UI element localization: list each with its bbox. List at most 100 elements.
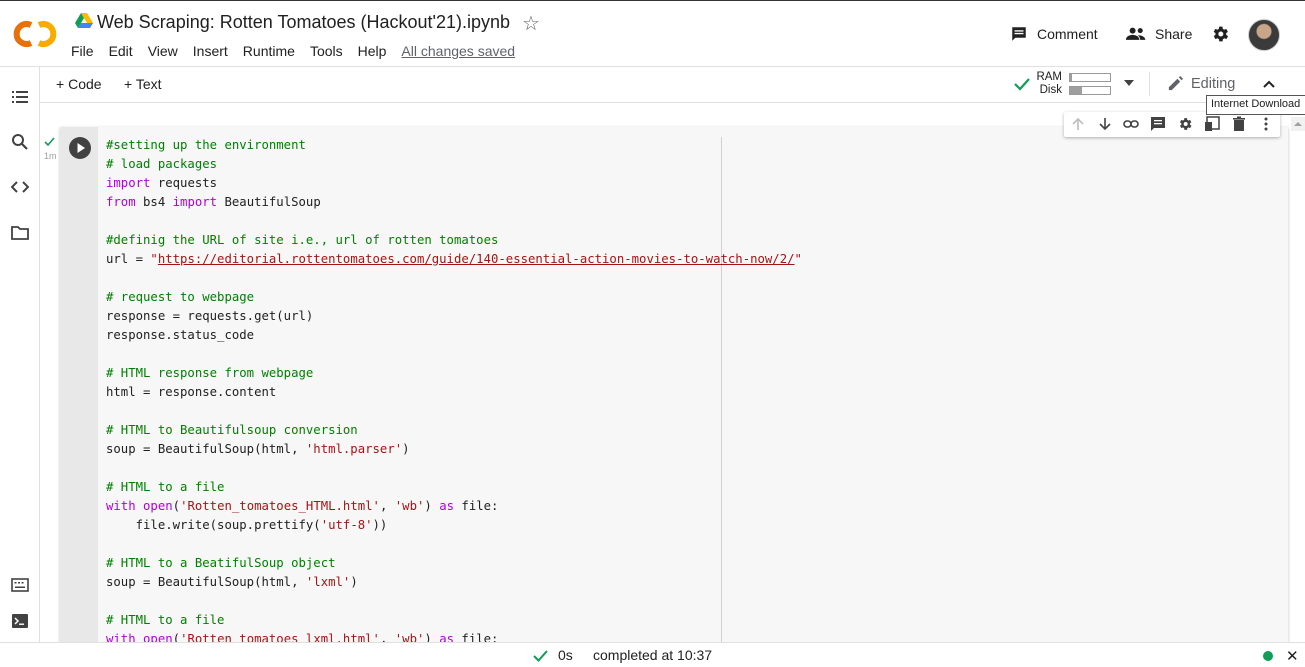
menu-help[interactable]: Help — [358, 43, 387, 59]
cell-gutter — [60, 127, 98, 647]
code-line: with open('Rotten_tomatoes_HTML.html', '… — [106, 497, 1276, 516]
code-line: from bs4 import BeautifulSoup — [106, 193, 1276, 212]
folder-icon[interactable] — [11, 224, 29, 242]
cell-toolbar — [1064, 112, 1280, 137]
google-drive-icon[interactable] — [75, 13, 93, 29]
menu-view[interactable]: View — [148, 43, 178, 59]
comment-icon — [1012, 27, 1026, 41]
cell-exec-time: 1m — [44, 151, 57, 161]
status-check-icon — [533, 650, 548, 662]
add-text-button[interactable]: + Text — [124, 76, 162, 92]
colab-logo-icon[interactable] — [12, 17, 58, 51]
run-cell-button[interactable] — [69, 137, 91, 159]
close-icon[interactable]: ✕ — [1286, 647, 1299, 665]
add-code-label: Code — [68, 76, 102, 92]
code-line: # request to webpage — [106, 288, 1276, 307]
notebook-title[interactable]: Web Scraping: Rotten Tomatoes (Hackout'2… — [97, 12, 510, 33]
people-icon — [1125, 27, 1146, 40]
code-token: #definig the URL of site i.e., url of ro… — [106, 233, 499, 247]
toolbar-divider — [1149, 72, 1150, 96]
chevron-down-icon[interactable] — [1123, 79, 1135, 87]
menu-file[interactable]: File — [71, 43, 94, 59]
code-line: #definig the URL of site i.e., url of ro… — [106, 231, 1276, 250]
code-token: as — [439, 499, 455, 513]
share-button[interactable]: Share — [1125, 25, 1192, 43]
code-cell[interactable]: #setting up the environment # load packag… — [60, 127, 1288, 647]
mirror-cell-icon[interactable] — [1204, 116, 1220, 132]
disk-label: Disk — [1039, 84, 1062, 96]
link-icon[interactable] — [1123, 116, 1139, 132]
cell-exec-status: 1m — [44, 137, 57, 162]
code-token: requests — [150, 176, 218, 190]
search-icon[interactable] — [11, 133, 29, 151]
gear-icon[interactable] — [1177, 116, 1193, 132]
code-token[interactable]: https://editorial.rottentomatoes.com/gui… — [158, 252, 795, 266]
left-sidebar — [0, 67, 40, 642]
more-vert-icon[interactable] — [1258, 116, 1274, 132]
code-token: # HTML to a BeatifulSoup object — [106, 556, 336, 570]
code-line: # HTML to a file — [106, 611, 1276, 630]
comment-icon[interactable] — [1150, 116, 1166, 132]
star-icon[interactable]: ☆ — [522, 11, 540, 36]
table-of-contents-icon[interactable] — [11, 88, 29, 106]
settings-gear-icon[interactable] — [1210, 24, 1230, 44]
code-token: # request to webpage — [106, 290, 255, 304]
resource-labels[interactable]: RAM Disk — [1036, 71, 1062, 97]
code-token: html = response.content — [106, 385, 277, 399]
code-snippets-icon[interactable] — [11, 178, 29, 196]
status-completed-text: completed at 10:37 — [593, 647, 713, 663]
connection-status-dot — [1263, 651, 1273, 661]
user-avatar[interactable] — [1248, 19, 1280, 51]
code-token: with — [106, 499, 136, 513]
code-token: response.status_code — [106, 328, 255, 342]
code-line: html = response.content — [106, 383, 1276, 402]
menu-runtime[interactable]: Runtime — [243, 43, 295, 59]
chevron-up-icon[interactable] — [1262, 77, 1276, 91]
code-token: #setting up the environment — [106, 138, 306, 152]
code-line: # HTML to a file — [106, 478, 1276, 497]
move-down-arrow-icon[interactable] — [1097, 116, 1113, 132]
comment-button[interactable]: Comment — [1010, 25, 1098, 43]
code-token: file: — [454, 499, 499, 513]
terminal-icon[interactable] — [11, 612, 29, 630]
code-token: # load packages — [106, 157, 218, 171]
code-token: soup = BeautifulSoup(html, — [106, 442, 306, 456]
code-token: 'lxml' — [305, 575, 351, 589]
disk-meter-fill — [1070, 87, 1082, 94]
ram-meter[interactable] — [1069, 73, 1111, 82]
connected-check-icon — [1014, 78, 1030, 91]
code-token: # HTML to Beautifulsoup conversion — [106, 423, 358, 437]
code-token: ) — [402, 442, 410, 456]
code-token: )) — [372, 518, 388, 532]
menu-tools[interactable]: Tools — [310, 43, 343, 59]
command-palette-icon[interactable] — [11, 576, 29, 594]
cell-check-icon — [44, 137, 55, 147]
disk-meter[interactable] — [1069, 86, 1111, 95]
app-header: Web Scraping: Rotten Tomatoes (Hackout'2… — [0, 0, 1305, 67]
editing-mode-button[interactable]: Editing — [1167, 75, 1235, 92]
delete-trash-icon[interactable] — [1231, 116, 1247, 132]
menu-edit[interactable]: Edit — [109, 43, 133, 59]
code-token: " — [794, 252, 802, 266]
code-editor[interactable]: #setting up the environment # load packag… — [106, 136, 1276, 649]
code-token: import — [172, 195, 218, 209]
code-line: #setting up the environment — [106, 136, 1276, 155]
code-line: # load packages — [106, 155, 1276, 174]
code-line: # HTML to a BeatifulSoup object — [106, 554, 1276, 573]
code-token: 'utf-8' — [320, 518, 373, 532]
code-token: file.write(soup.prettify( — [106, 518, 321, 532]
add-code-button[interactable]: + Code — [56, 76, 102, 92]
move-up-arrow-icon[interactable] — [1070, 116, 1086, 132]
code-token: # HTML to a file — [106, 613, 225, 627]
menu-insert[interactable]: Insert — [193, 43, 228, 59]
save-status-link[interactable]: All changes saved — [401, 43, 515, 59]
scrollbar-arrow-up[interactable] — [1291, 117, 1305, 131]
status-bar: 0s completed at 10:37 ✕ — [0, 642, 1305, 667]
share-label: Share — [1155, 26, 1193, 42]
code-line: file.write(soup.prettify('utf-8')) — [106, 516, 1276, 535]
